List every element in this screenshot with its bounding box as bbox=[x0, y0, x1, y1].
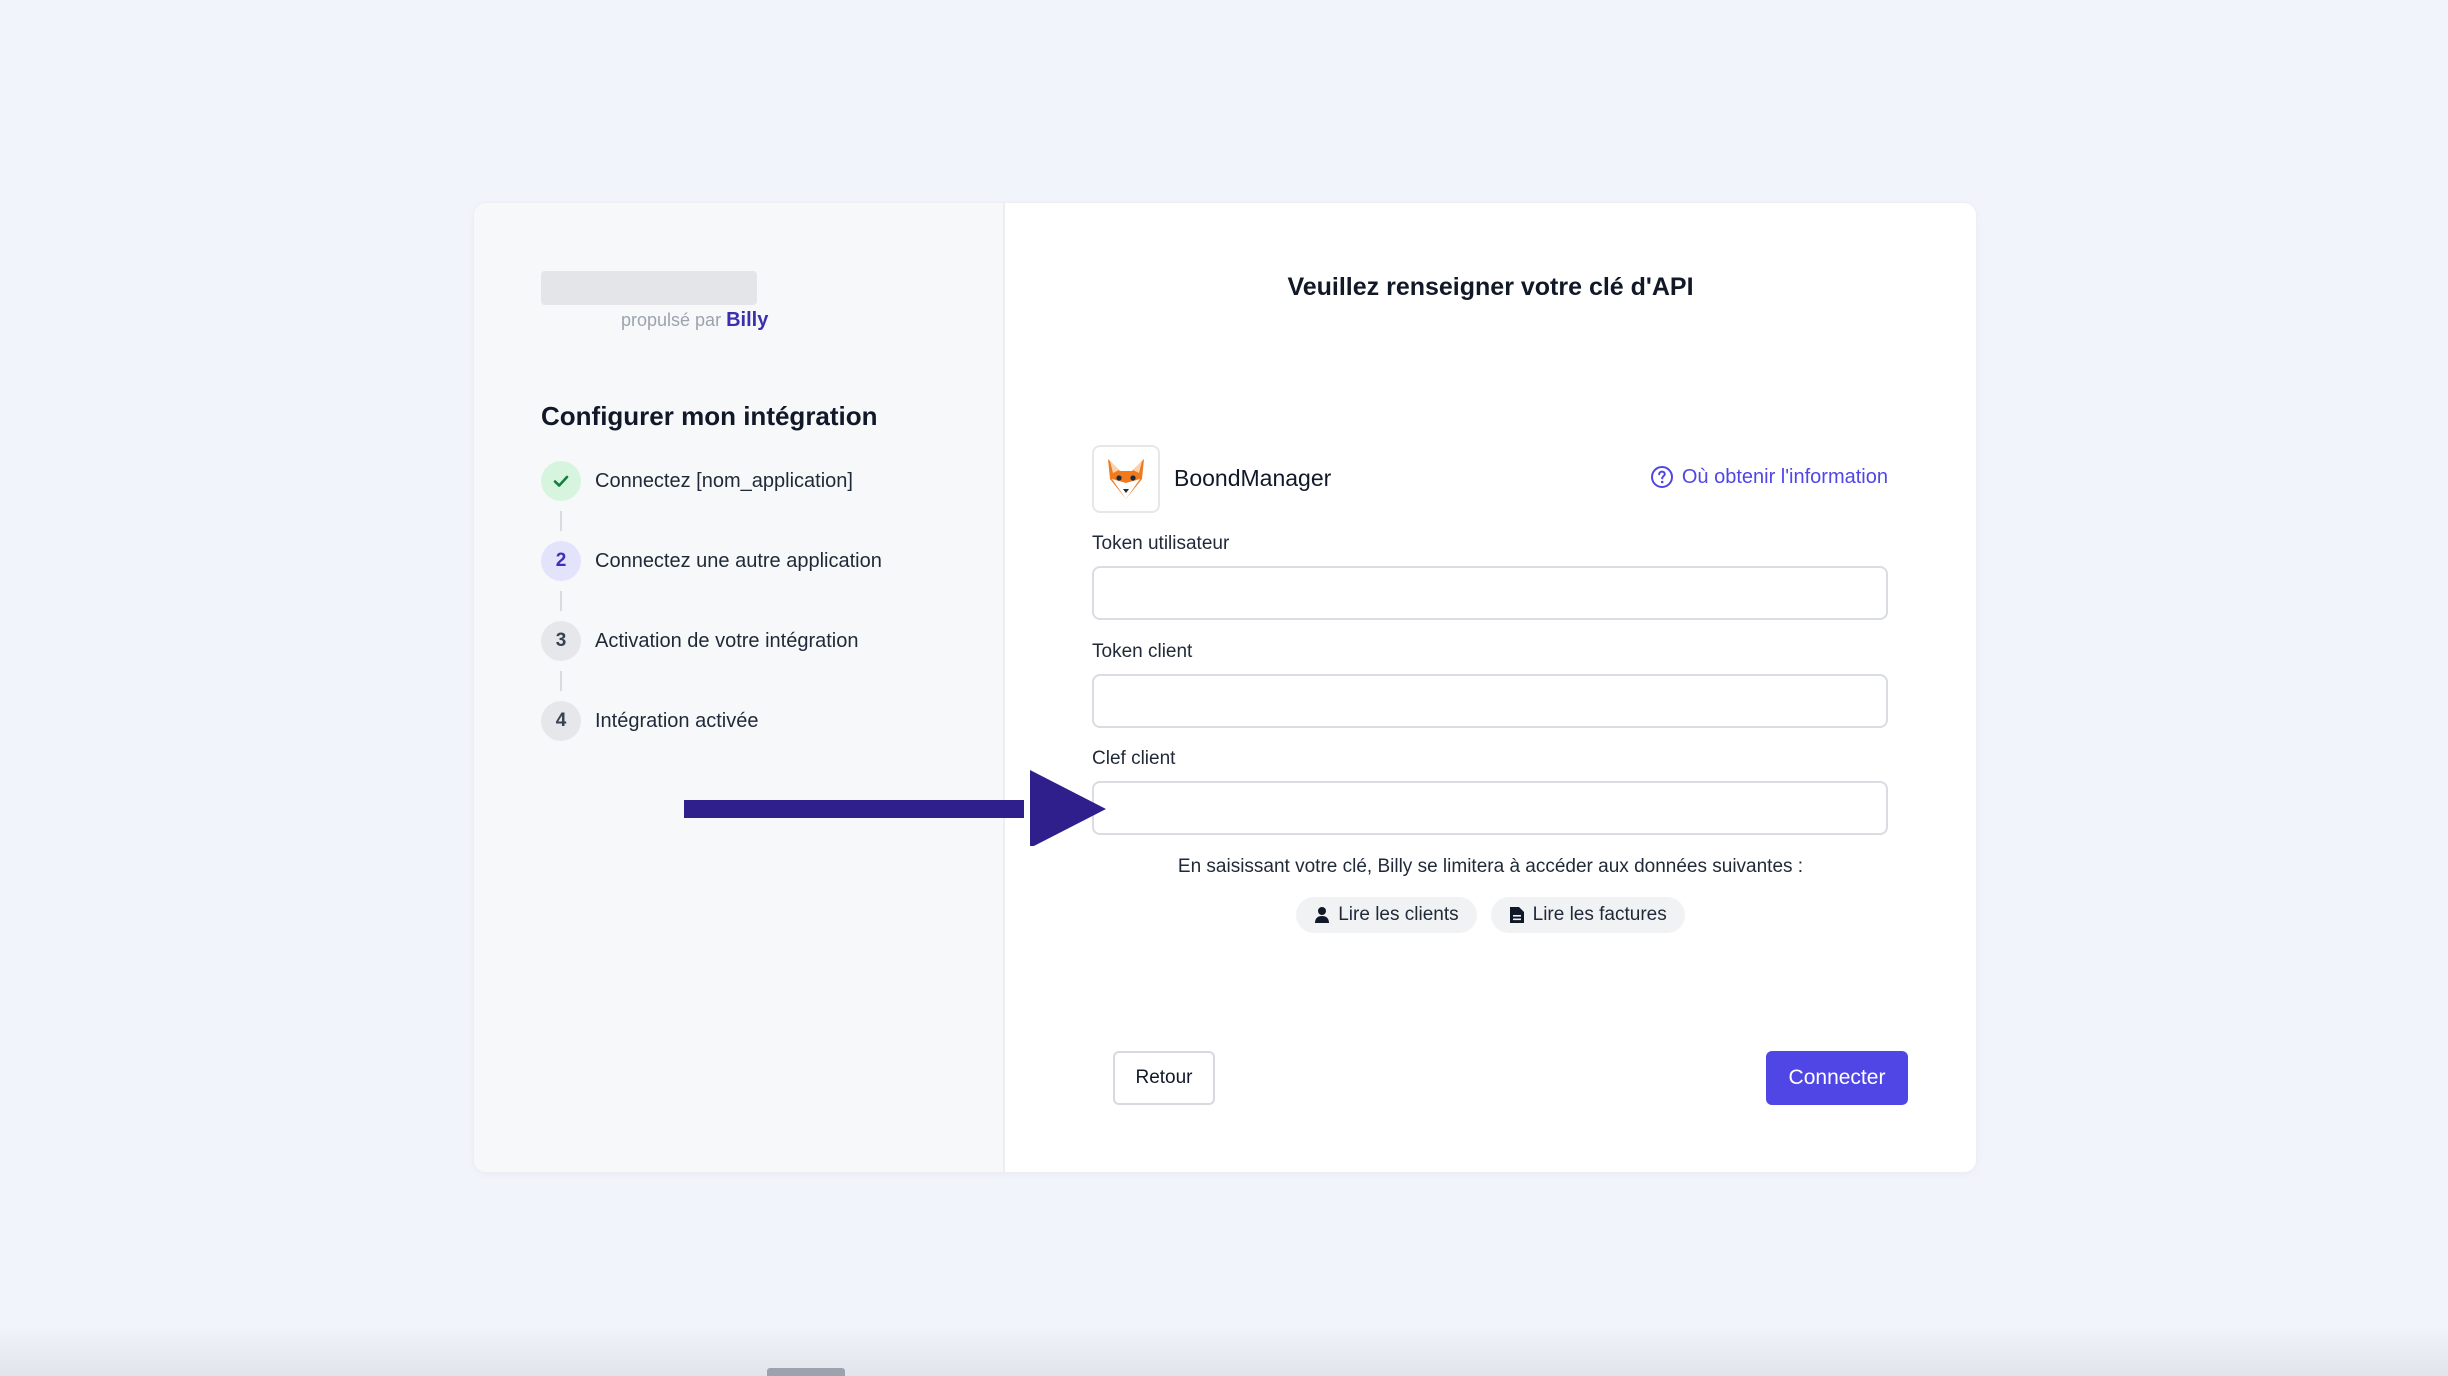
clef-client-input[interactable] bbox=[1092, 781, 1888, 835]
powered-prefix: propulsé par bbox=[621, 310, 722, 330]
powered-by: propulsé par Billy bbox=[621, 309, 768, 332]
step-label: Intégration activée bbox=[595, 709, 759, 732]
integration-card: propulsé par Billy Configurer mon intégr… bbox=[474, 203, 1976, 1172]
permission-label: Lire les clients bbox=[1338, 904, 1459, 925]
step-number: 3 bbox=[541, 621, 581, 661]
partner-logo-placeholder bbox=[541, 271, 757, 305]
token-client-label: Token client bbox=[1092, 641, 1193, 662]
step-4: 4 Intégration activée bbox=[541, 701, 758, 741]
step-number: 4 bbox=[541, 701, 581, 741]
billy-brand: Billy bbox=[726, 309, 769, 331]
pointer-arrow-icon bbox=[684, 770, 1106, 846]
back-button[interactable]: Retour bbox=[1113, 1051, 1215, 1105]
token-client-input[interactable] bbox=[1092, 674, 1888, 728]
permission-label: Lire les factures bbox=[1532, 904, 1667, 925]
connect-button[interactable]: Connecter bbox=[1766, 1051, 1908, 1105]
permission-chip-factures: Lire les factures bbox=[1490, 897, 1685, 933]
step-3: 3 Activation de votre intégration bbox=[541, 621, 859, 661]
help-circle-icon bbox=[1650, 466, 1673, 488]
consent-text: En saisissant votre clé, Billy se limite… bbox=[1177, 856, 1804, 877]
steps-panel: propulsé par Billy Configurer mon intégr… bbox=[474, 203, 1005, 1172]
fox-icon bbox=[1092, 445, 1160, 513]
step-label: Activation de votre intégration bbox=[595, 629, 859, 652]
scroll-handle[interactable] bbox=[767, 1368, 845, 1376]
user-icon bbox=[1315, 907, 1330, 923]
steps-title: Configurer mon intégration bbox=[541, 401, 878, 431]
step-connector bbox=[560, 591, 562, 611]
permission-chip-clients: Lire les clients bbox=[1296, 897, 1477, 933]
bottom-shadow bbox=[0, 1326, 2448, 1376]
step-2: 2 Connectez une autre application bbox=[541, 541, 882, 581]
permission-chips: Lire les clients Lire les factures bbox=[1005, 897, 1976, 933]
help-link[interactable]: Où obtenir l'information bbox=[1650, 465, 1888, 489]
step-1: Connectez [nom_application] bbox=[541, 461, 853, 501]
step-label: Connectez [nom_application] bbox=[595, 469, 853, 492]
app-header: BoondManager Où obtenir l'information bbox=[1092, 445, 1888, 513]
step-connector bbox=[560, 671, 562, 691]
step-number: 2 bbox=[541, 541, 581, 581]
document-icon bbox=[1509, 907, 1524, 923]
step-connector bbox=[560, 511, 562, 531]
help-link-label: Où obtenir l'information bbox=[1681, 465, 1888, 488]
page-title: Veuillez renseigner votre clé d'API bbox=[1287, 273, 1694, 301]
token-utilisateur-input[interactable] bbox=[1092, 566, 1888, 620]
token-utilisateur-label: Token utilisateur bbox=[1092, 533, 1230, 554]
check-icon bbox=[541, 461, 581, 501]
step-label: Connectez une autre application bbox=[595, 549, 882, 572]
app-name: BoondManager bbox=[1174, 465, 1332, 491]
